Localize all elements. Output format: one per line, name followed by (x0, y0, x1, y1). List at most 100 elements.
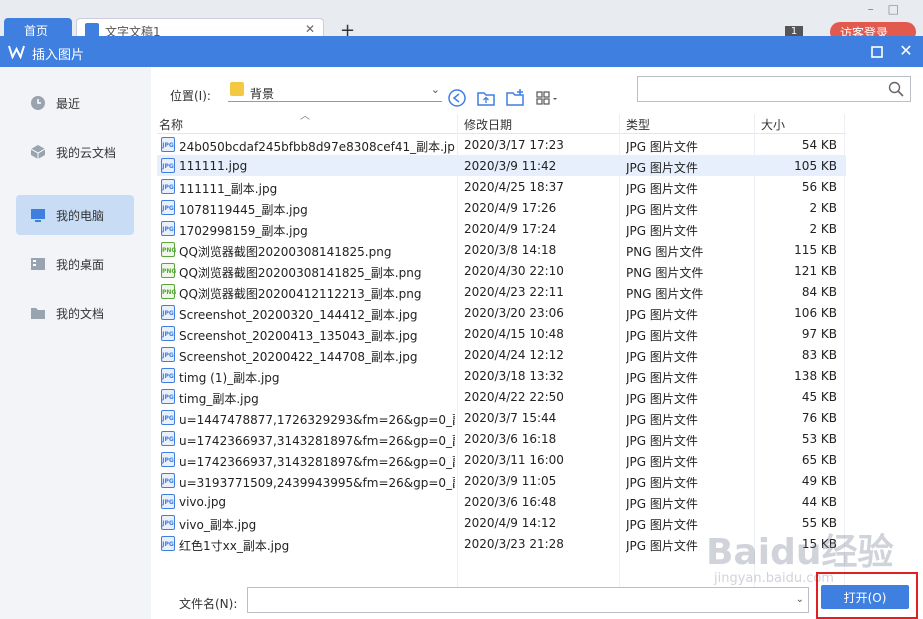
up-folder-icon[interactable] (476, 88, 496, 108)
file-row[interactable]: JPG u=3193771509,2439943995&fm=26&gp=0_副.… (157, 470, 846, 491)
file-size: 2 KB (809, 222, 837, 236)
file-size: 49 KB (801, 474, 837, 488)
column-header-name[interactable]: 名称 (159, 116, 183, 133)
wps-logo-icon (8, 45, 25, 59)
watermark-main: Baidu经验 (706, 532, 894, 573)
file-name: 红色1寸xx_副本.jpg (179, 539, 290, 553)
file-name: QQ浏览器截图20200412112213_副本.png (179, 287, 422, 301)
sidebar-item-my-computer[interactable]: 我的电脑 (16, 195, 134, 235)
filename-input[interactable] (252, 589, 792, 611)
file-date: 2020/3/17 17:23 (464, 138, 564, 152)
file-row[interactable]: JPG timg_副本.jpg 2020/4/22 22:50 JPG 图片文件 45 … (157, 386, 846, 407)
file-size: 76 KB (801, 411, 837, 425)
file-date: 2020/4/9 17:24 (464, 222, 557, 236)
file-size: 45 KB (801, 390, 837, 404)
filename-field[interactable]: ⌄ (247, 587, 809, 613)
file-row[interactable]: JPG 111111.jpg 2020/3/9 11:42 JPG 图片文件 105 K… (157, 155, 846, 176)
jpg-file-icon: JPG (161, 305, 175, 320)
file-date: 2020/4/15 10:48 (464, 327, 564, 341)
file-type: JPG 图片文件 (626, 371, 698, 385)
jpg-file-icon: JPG (161, 347, 175, 362)
window-controls[interactable]: –□ (868, 2, 913, 16)
column-header-type[interactable]: 类型 (626, 116, 650, 133)
jpg-file-icon: JPG (161, 389, 175, 404)
chevron-down-icon[interactable]: ⌄ (796, 594, 804, 605)
clock-icon (31, 96, 45, 110)
file-row[interactable]: JPG 24b050bcdaf245bfbb8d97e8308cef41_副本.j… (157, 134, 846, 155)
file-date: 2020/3/11 16:00 (464, 453, 564, 467)
dialog-titlebar: 插入图片 ✕ (0, 36, 923, 67)
file-name: vivo_副本.jpg (179, 518, 257, 532)
file-size: 97 KB (801, 327, 837, 341)
sidebar-item-my-documents[interactable]: 我的文档 (16, 293, 134, 333)
column-header-date[interactable]: 修改日期 (464, 116, 512, 133)
insert-picture-dialog: 插入图片 ✕ 最近 我的云文档 我的电脑 我的桌面 我的文档 位置(I): 背景… (0, 36, 923, 619)
sidebar-item-label: 我的文档 (56, 307, 105, 321)
sidebar-item-cloud-docs[interactable]: 我的云文档 (16, 132, 134, 172)
file-row[interactable]: JPG u=1742366937,3143281897&fm=26&gp=0_副.… (157, 428, 846, 449)
file-row[interactable]: JPG Screenshot_20200413_135043_副本.jpg 2020… (157, 323, 846, 344)
file-date: 2020/4/25 18:37 (464, 180, 564, 194)
file-size: 106 KB (794, 306, 837, 320)
file-type: JPG 图片文件 (626, 497, 698, 511)
maximize-icon[interactable] (865, 40, 889, 64)
file-rows: JPG 24b050bcdaf245bfbb8d97e8308cef41_副本.j… (157, 134, 846, 554)
file-row[interactable]: JPG 111111_副本.jpg 2020/4/25 18:37 JPG 图片文件 5… (157, 176, 846, 197)
jpg-file-icon: JPG (161, 326, 175, 341)
location-label: 位置(I): (170, 89, 211, 103)
file-name: vivo.jpg (179, 495, 227, 509)
file-row[interactable]: PNG QQ浏览器截图20200308141825.png 2020/3/8 14:… (157, 239, 846, 260)
file-row[interactable]: JPG Screenshot_20200320_144412_副本.jpg 2020… (157, 302, 846, 323)
search-box[interactable] (637, 76, 911, 102)
file-row[interactable]: PNG QQ浏览器截图20200308141825_副本.png 2020/4/30… (157, 260, 846, 281)
file-date: 2020/3/6 16:18 (464, 432, 557, 446)
file-date: 2020/3/7 15:44 (464, 411, 557, 425)
file-row[interactable]: JPG Screenshot_20200422_144708_副本.jpg 2020… (157, 344, 846, 365)
file-date: 2020/3/9 11:42 (464, 159, 557, 173)
annotation-highlight-box (816, 572, 918, 619)
file-row[interactable]: JPG 1702998159_副本.jpg 2020/4/9 17:24 JPG 图片… (157, 218, 846, 239)
tab-close-icon[interactable]: ✕ (305, 22, 315, 36)
column-header-size[interactable]: 大小 (761, 116, 785, 133)
file-name: QQ浏览器截图20200308141825_副本.png (179, 266, 422, 280)
file-name: u=1447478877,1726329293&fm=26&gp=0_副... (179, 413, 455, 427)
file-row[interactable]: PNG QQ浏览器截图20200412112213_副本.png 2020/4/23… (157, 281, 846, 302)
file-row[interactable]: JPG u=1742366937,3143281897&fm=26&gp=0_副.… (157, 449, 846, 470)
file-row[interactable]: JPG vivo.jpg 2020/3/6 16:48 JPG 图片文件 44 KB (157, 491, 846, 512)
file-date: 2020/4/24 12:12 (464, 348, 564, 362)
sidebar-item-my-desktop[interactable]: 我的桌面 (16, 244, 134, 284)
dialog-footer: Baidu经验 jingyan.baidu.com 文件名(N): ⌄ 打开(O… (151, 532, 923, 619)
file-name: timg_副本.jpg (179, 392, 259, 406)
search-input[interactable] (642, 78, 882, 100)
jpg-file-icon: JPG (161, 368, 175, 383)
file-row[interactable]: JPG u=1447478877,1726329293&fm=26&gp=0_副.… (157, 407, 846, 428)
location-dropdown[interactable]: 背景 ⌄ (228, 80, 442, 102)
file-row[interactable]: JPG 1078119445_副本.jpg 2020/4/9 17:26 JPG 图片… (157, 197, 846, 218)
view-mode-icon[interactable] (535, 88, 561, 108)
sidebar-item-label: 我的电脑 (56, 209, 105, 223)
file-name: Screenshot_20200422_144708_副本.jpg (179, 350, 418, 364)
file-size: 121 KB (794, 264, 837, 278)
file-date: 2020/4/23 22:11 (464, 285, 564, 299)
file-type: JPG 图片文件 (626, 392, 698, 406)
file-date: 2020/4/30 22:10 (464, 264, 564, 278)
new-folder-icon[interactable] (505, 88, 525, 108)
file-name: u=3193771509,2439943995&fm=26&gp=0_副... (179, 476, 455, 490)
sidebar-item-recent[interactable]: 最近 (16, 83, 134, 123)
desktop-icon (31, 258, 45, 270)
dialog-title: 插入图片 (32, 48, 85, 63)
file-name: Screenshot_20200413_135043_副本.jpg (179, 329, 418, 343)
sidebar-item-label: 最近 (56, 97, 81, 111)
file-date: 2020/4/22 22:50 (464, 390, 564, 404)
file-type: JPG 图片文件 (626, 161, 698, 175)
file-date: 2020/3/20 23:06 (464, 306, 564, 320)
writer-doc-icon (85, 23, 99, 37)
back-icon[interactable] (447, 88, 467, 108)
search-icon[interactable] (888, 81, 904, 97)
file-row[interactable]: JPG timg (1)_副本.jpg 2020/3/18 13:32 JPG 图片文… (157, 365, 846, 386)
close-icon[interactable]: ✕ (894, 40, 918, 64)
places-sidebar: 最近 我的云文档 我的电脑 我的桌面 我的文档 (0, 67, 151, 619)
file-type: JPG 图片文件 (626, 329, 698, 343)
file-size: 53 KB (801, 432, 837, 446)
file-size: 2 KB (809, 201, 837, 215)
